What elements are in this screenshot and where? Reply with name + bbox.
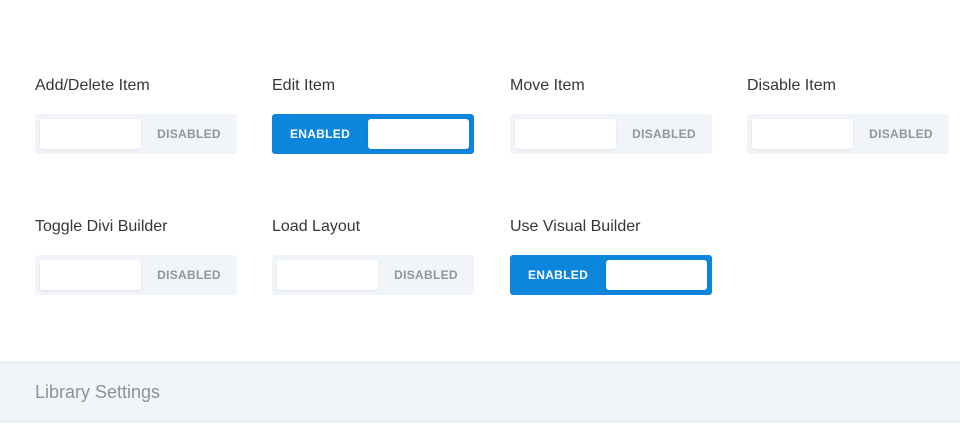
toggle-divi-builder-toggle[interactable]: DISABLED (35, 255, 237, 295)
use-visual-builder-toggle[interactable]: ENABLED (510, 255, 712, 295)
toggle-knob[interactable] (40, 260, 141, 290)
option-label: Disable Item (747, 77, 836, 94)
toggle-knob[interactable] (606, 260, 707, 290)
toggle-knob[interactable] (40, 119, 141, 149)
toggle-state-text: DISABLED (157, 268, 221, 282)
toggle-state-text: DISABLED (632, 127, 696, 141)
toggle-state-text: ENABLED (289, 127, 351, 141)
toggle-state-text: ENABLED (527, 268, 589, 282)
section-title: Library Settings (35, 382, 161, 402)
toggle-state-text: DISABLED (394, 268, 458, 282)
toggle-knob[interactable] (752, 119, 853, 149)
move-item-toggle[interactable]: DISABLED (510, 114, 712, 154)
load-layout-toggle[interactable]: DISABLED (272, 255, 474, 295)
option-load-layout: Load Layout DISABLED (272, 217, 474, 295)
option-toggle-divi-builder: Toggle Divi Builder DISABLED (35, 217, 237, 295)
disable-item-toggle[interactable]: DISABLED (747, 114, 949, 154)
option-move-item: Move Item DISABLED (510, 76, 712, 154)
add-delete-item-toggle[interactable]: DISABLED (35, 114, 237, 154)
option-add-delete-item: Add/Delete Item DISABLED (35, 76, 237, 154)
option-label: Edit Item (272, 77, 336, 94)
option-use-visual-builder: Use Visual Builder ENABLED (510, 217, 712, 295)
option-label: Use Visual Builder (510, 218, 641, 235)
edit-item-toggle[interactable]: ENABLED (272, 114, 474, 154)
toggle-state-text: DISABLED (869, 127, 933, 141)
option-label: Toggle Divi Builder (35, 218, 168, 235)
option-label: Move Item (510, 77, 585, 94)
toggle-knob[interactable] (277, 260, 378, 290)
toggle-state-text: DISABLED (157, 127, 221, 141)
option-label: Add/Delete Item (35, 77, 150, 94)
toggle-knob[interactable] (368, 119, 469, 149)
option-label: Load Layout (272, 218, 361, 235)
toggle-knob[interactable] (515, 119, 616, 149)
library-settings-section[interactable]: Library Settings (0, 362, 960, 422)
option-disable-item: Disable Item DISABLED (747, 76, 949, 154)
option-edit-item: Edit Item ENABLED (272, 76, 474, 154)
